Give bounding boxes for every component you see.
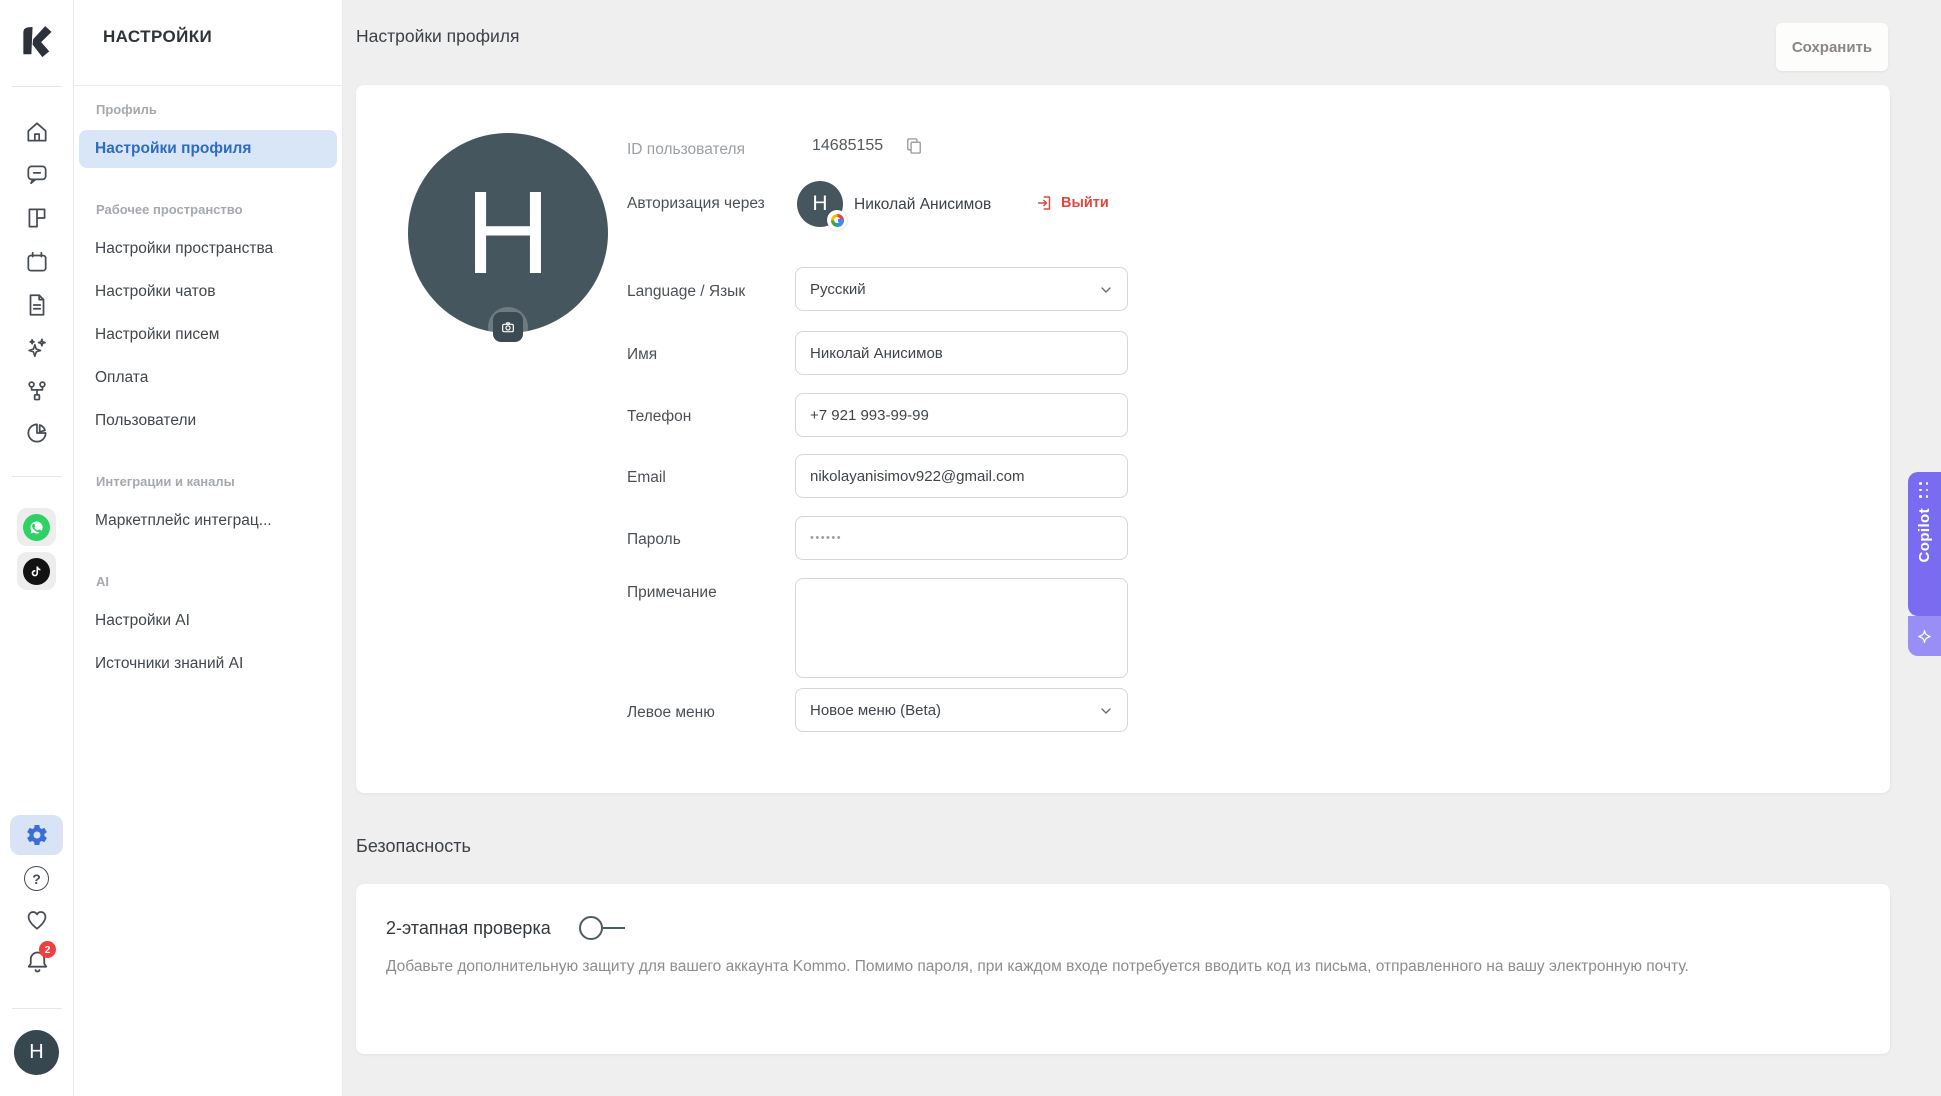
rail-divider-top — [12, 86, 62, 87]
sidebar-item-workspace-settings[interactable]: Настройки пространства — [79, 230, 337, 268]
sidebar-item-billing[interactable]: Оплата — [79, 359, 337, 397]
nav-pipeline-icon[interactable] — [24, 205, 50, 231]
sidebar-item-chat-settings[interactable]: Настройки чатов — [79, 273, 337, 311]
left-menu-select[interactable]: Новое меню (Beta) — [795, 688, 1128, 732]
password-input[interactable] — [795, 516, 1128, 560]
tiktok-channel-icon[interactable] — [17, 552, 56, 590]
two-factor-toggle[interactable] — [578, 916, 625, 940]
rail-divider-bottom — [12, 1008, 62, 1009]
note-label: Примечание — [627, 584, 717, 601]
notifications-bell-icon[interactable]: 2 — [24, 941, 56, 976]
nav-ai-sparkles-icon[interactable] — [24, 335, 50, 361]
toggle-rail — [602, 927, 625, 929]
language-select-value: Русский — [810, 280, 866, 298]
profile-card: Н ID пользователя 14685155 Авторизация ч… — [356, 85, 1890, 793]
profile-avatar: Н — [408, 133, 608, 333]
sidebar-item-email-settings[interactable]: Настройки писем — [79, 316, 337, 354]
logout-label: Выйти — [1061, 195, 1109, 211]
kommo-logo-icon[interactable] — [13, 14, 59, 60]
chevron-down-icon — [1101, 287, 1111, 293]
toggle-knob — [578, 916, 603, 940]
security-heading: Безопасность — [356, 836, 471, 856]
nav-home-icon[interactable] — [24, 119, 50, 145]
nav-chats-icon[interactable] — [24, 161, 50, 187]
google-logo-icon — [827, 210, 847, 230]
whatsapp-channel-icon[interactable] — [17, 508, 56, 546]
auth-via-label: Авторизация через — [627, 195, 765, 212]
notifications-badge: 2 — [39, 941, 56, 958]
auth-avatar-initial: Н — [812, 192, 828, 215]
security-card: 2-этапная проверка Добавьте дополнительн… — [356, 884, 1890, 1054]
copilot-label: Copilot — [1916, 508, 1933, 563]
icon-rail: ? 2 Н — [0, 0, 74, 1096]
avatar-upload-camera-icon[interactable] — [488, 307, 528, 347]
save-button[interactable]: Сохранить — [1776, 23, 1888, 71]
language-select[interactable]: Русский — [795, 267, 1128, 311]
nav-stats-icon[interactable] — [24, 420, 50, 446]
email-input[interactable] — [795, 454, 1128, 498]
copy-id-icon[interactable] — [904, 136, 924, 156]
note-textarea[interactable] — [795, 578, 1128, 678]
section-label-profile: Профиль — [96, 102, 157, 117]
nav-integrations-icon[interactable] — [24, 378, 50, 404]
app-root: ? 2 Н НАСТРОЙКИ Профиль Настройки профил… — [0, 0, 1941, 1096]
name-label: Имя — [627, 346, 658, 363]
page-title: Настройки профиля — [356, 26, 520, 46]
sidebar-item-ai-settings[interactable]: Настройки AI — [79, 602, 337, 640]
section-label-ai: AI — [96, 574, 109, 589]
sidebar-item-marketplace[interactable]: Маркетплейс интеграц... — [79, 502, 337, 540]
nav-calendar-icon[interactable] — [24, 249, 50, 275]
copilot-sparkle-button[interactable] — [1908, 616, 1941, 656]
user-id-value: 14685155 — [812, 137, 884, 154]
help-icon[interactable]: ? — [24, 866, 49, 891]
language-label: Language / Язык — [627, 283, 746, 300]
two-factor-title: 2-этапная проверка — [386, 917, 551, 938]
drag-handle-icon[interactable] — [1919, 482, 1930, 499]
logout-link[interactable]: Выйти — [1036, 194, 1109, 212]
chevron-down-icon — [1101, 708, 1111, 714]
phone-label: Телефон — [627, 408, 692, 425]
phone-input[interactable] — [795, 393, 1128, 437]
sidebar-item-users[interactable]: Пользователи — [79, 402, 337, 440]
two-factor-description: Добавьте дополнительную защиту для вашег… — [386, 958, 1689, 975]
left-menu-label: Левое меню — [627, 704, 715, 721]
sidebar-nav: Профиль Настройки профиля Рабочее простр… — [74, 102, 342, 683]
settings-gear-icon[interactable] — [10, 815, 63, 855]
auth-account-name: Николай Анисимов — [854, 196, 992, 213]
user-id-label: ID пользователя — [627, 141, 745, 158]
rail-divider-mid — [12, 476, 62, 477]
name-input[interactable] — [795, 331, 1128, 375]
logout-icon — [1037, 196, 1051, 210]
password-label: Пароль — [627, 531, 681, 548]
sidebar-title: НАСТРОЙКИ — [103, 27, 213, 46]
user-avatar[interactable]: Н — [14, 1030, 59, 1075]
section-label-workspace: Рабочее пространство — [96, 202, 243, 217]
copilot-tab[interactable]: Copilot — [1908, 472, 1941, 616]
nav-documents-icon[interactable] — [24, 292, 50, 318]
auth-account-avatar: Н — [797, 181, 847, 230]
sidebar-item-ai-knowledge[interactable]: Источники знаний AI — [79, 645, 337, 683]
section-label-integrations: Интеграции и каналы — [96, 474, 235, 489]
sidebar-item-profile-settings[interactable]: Настройки профиля — [79, 130, 337, 168]
sidebar-header: НАСТРОЙКИ — [74, 0, 342, 86]
left-menu-select-value: Новое меню (Beta) — [810, 701, 942, 719]
favorites-heart-icon[interactable] — [24, 907, 50, 933]
settings-sidebar: НАСТРОЙКИ Профиль Настройки профиля Рабо… — [74, 0, 343, 1096]
sparkle-icon — [1918, 629, 1931, 643]
email-label: Email — [627, 469, 666, 486]
